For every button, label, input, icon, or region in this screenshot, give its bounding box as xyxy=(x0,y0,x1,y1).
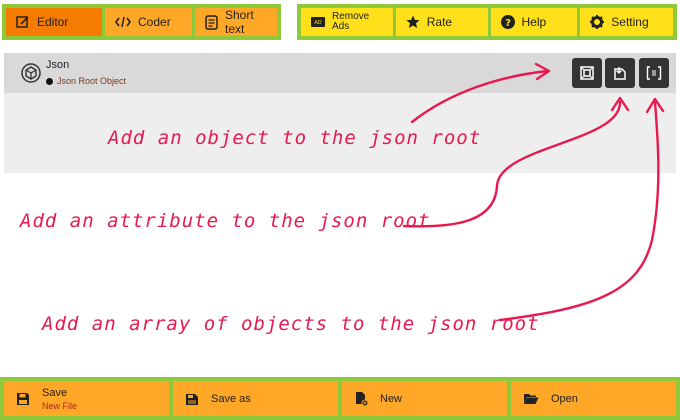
arrow-to-add-object xyxy=(410,69,550,124)
bottom-toolbar: Save New File Save as New Open xyxy=(0,377,680,420)
open-button[interactable]: Open xyxy=(511,381,676,416)
save-as-icon xyxy=(186,393,198,405)
save-as-button[interactable]: Save as xyxy=(173,381,338,416)
save-button[interactable]: Save New File xyxy=(4,381,169,416)
arrow-to-add-array xyxy=(498,100,660,322)
new-label: New xyxy=(380,392,403,405)
save-as-label: Save as xyxy=(211,392,251,405)
annotation-arrows xyxy=(402,62,665,322)
arrow-to-add-attribute xyxy=(402,100,622,228)
save-sublabel: New File xyxy=(42,400,78,411)
open-label: Open xyxy=(551,392,578,405)
save-labels: Save New File xyxy=(42,387,77,411)
new-button[interactable]: New xyxy=(342,381,507,416)
folder-open-icon xyxy=(524,394,539,404)
floppy-icon xyxy=(17,392,29,405)
new-file-icon xyxy=(356,392,368,406)
save-label: Save xyxy=(42,386,68,399)
